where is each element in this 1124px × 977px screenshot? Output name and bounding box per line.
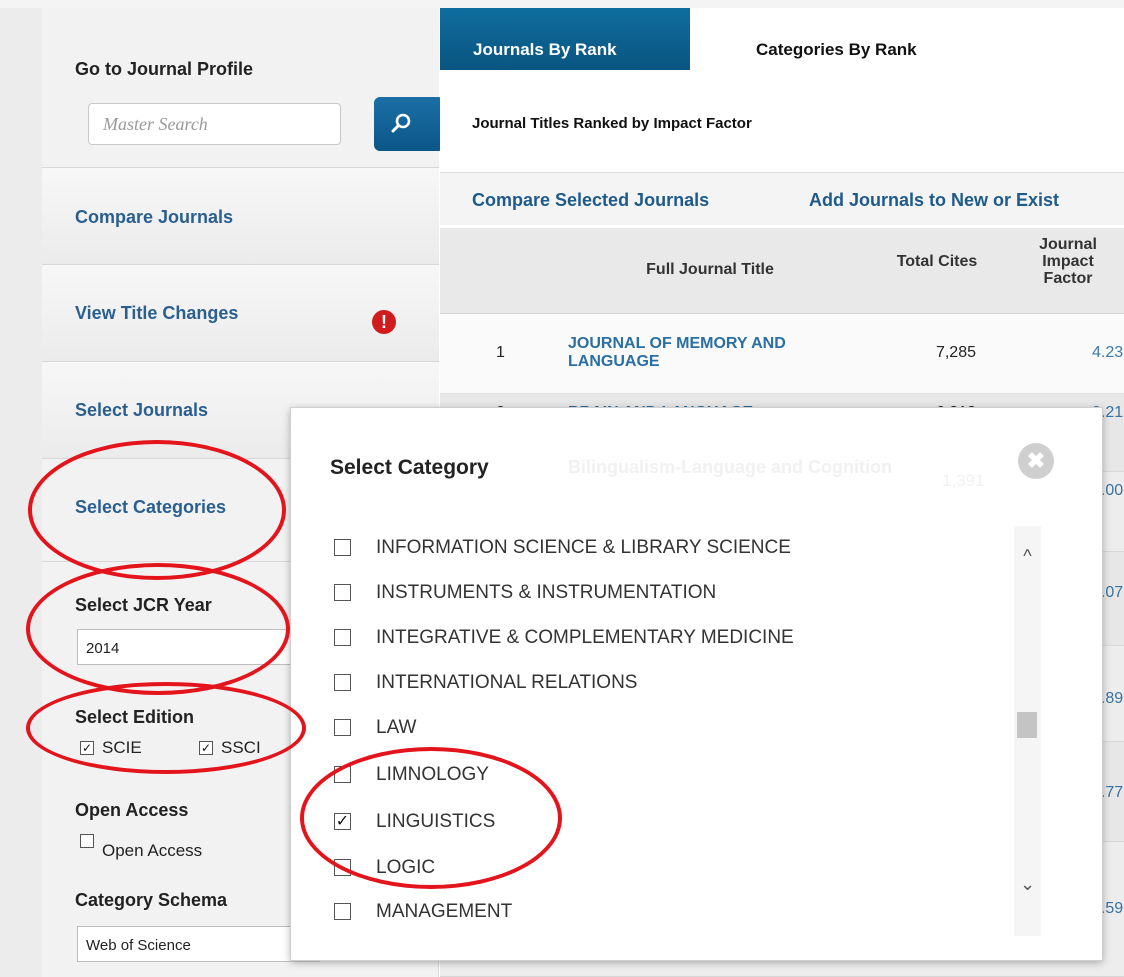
search-icon (390, 112, 412, 137)
background-journal-title: Bilingualism-Language and Cognition (568, 457, 892, 477)
background-total-cites: 1,391 (942, 471, 985, 490)
tab-bar: Journals By Rank Categories By Rank (440, 8, 1124, 70)
list-item[interactable]: INTEGRATIVE & COMPLEMENTARY MEDICINE (325, 616, 975, 660)
category-checkbox[interactable] (334, 719, 351, 736)
category-label: INTERNATIONAL RELATIONS (376, 672, 638, 693)
tab-bar-filler (940, 8, 1124, 70)
select-categories-link[interactable]: Select Categories (75, 497, 226, 518)
view-title-changes-section[interactable]: View Title Changes ! (42, 265, 439, 362)
compare-journals-link[interactable]: Compare Journals (75, 207, 233, 228)
journal-title-link[interactable]: JOURNAL OF MEMORY AND LANGUAGE (568, 335, 868, 371)
column-header-title[interactable]: Full Journal Title (610, 261, 810, 278)
category-schema-heading: Category Schema (75, 890, 228, 910)
category-checkbox[interactable] (334, 629, 351, 646)
category-label: LOGIC (376, 857, 436, 878)
category-label: INTEGRATIVE & COMPLEMENTARY MEDICINE (376, 627, 794, 648)
category-label: INFORMATION SCIENCE & LIBRARY SCIENCE (376, 537, 791, 558)
view-title-changes-link[interactable]: View Title Changes (75, 303, 238, 324)
ssci-checkbox[interactable]: ✓ (199, 741, 213, 755)
category-checkbox[interactable] (334, 766, 351, 783)
master-search-input[interactable] (88, 103, 341, 145)
search-button[interactable] (374, 97, 444, 151)
table-row[interactable]: 1 JOURNAL OF MEMORY AND LANGUAGE 7,285 4… (440, 314, 1124, 394)
close-icon[interactable]: ✖ (1018, 443, 1054, 479)
list-item[interactable]: LAW (325, 706, 975, 750)
ssci-label: SSCI (221, 738, 261, 757)
table-header: Full Journal Title Total Cites Journal I… (440, 228, 1124, 314)
dialog-title: Select Category (330, 456, 489, 479)
list-item[interactable]: INFORMATION SCIENCE & LIBRARY SCIENCE (325, 526, 975, 570)
category-label: LIMNOLOGY (376, 764, 489, 785)
scie-label: SCIE (102, 738, 142, 757)
page-background (0, 0, 42, 977)
list-item[interactable]: LIMNOLOGY (325, 753, 975, 797)
row-total-cites: 7,285 (935, 344, 976, 361)
jcr-year-select[interactable]: 2014 (77, 629, 309, 665)
column-header-jif[interactable]: Journal Impact Factor (1026, 236, 1110, 287)
scroll-up-icon[interactable]: ^ (1014, 546, 1041, 576)
jcr-year-heading: Select JCR Year (75, 595, 212, 615)
select-category-dialog: Bilingualism-Language and Cognition 1,39… (291, 408, 1102, 960)
category-label: LINGUISTICS (376, 811, 496, 832)
list-item[interactable]: MANAGEMENT (325, 890, 975, 934)
open-access-checkbox[interactable] (80, 834, 94, 848)
compare-selected-journals-link[interactable]: Compare Selected Journals (472, 190, 709, 211)
tab-journals-by-rank[interactable]: Journals By Rank (440, 8, 690, 70)
journal-profile-section: Go to Journal Profile (42, 8, 444, 168)
scrollbar-thumb[interactable] (1017, 712, 1037, 738)
scie-checkbox[interactable]: ✓ (80, 741, 94, 755)
category-label: MANAGEMENT (376, 901, 513, 922)
page-top-strip (0, 0, 1124, 8)
open-access-heading: Open Access (75, 800, 189, 820)
open-access-label: Open Access (102, 841, 203, 860)
category-label: LAW (376, 717, 417, 738)
add-journals-link[interactable]: Add Journals to New or Exist (809, 190, 1059, 211)
category-schema-select[interactable]: Web of Science (77, 926, 309, 962)
list-item[interactable]: LOGIC (325, 846, 975, 890)
category-checkbox[interactable] (334, 584, 351, 601)
category-checkbox[interactable] (334, 674, 351, 691)
row-rank: 1 (496, 344, 505, 361)
page-title: Journal Titles Ranked by Impact Factor (472, 115, 752, 132)
category-checkbox[interactable]: ✓ (334, 813, 351, 830)
list-item[interactable]: INSTRUMENTS & INSTRUMENTATION (325, 571, 975, 615)
tab-categories-by-rank[interactable]: Categories By Rank (690, 8, 940, 70)
category-checkbox[interactable] (334, 903, 351, 920)
select-journals-link[interactable]: Select Journals (75, 400, 208, 421)
category-checkbox[interactable] (334, 859, 351, 876)
scroll-down-icon[interactable]: ⌄ (1014, 874, 1041, 904)
column-header-cites[interactable]: Total Cites (892, 253, 982, 270)
compare-journals-section[interactable]: Compare Journals (42, 168, 439, 265)
category-list[interactable]: INFORMATION SCIENCE & LIBRARY SCIENCE IN… (325, 526, 1011, 936)
edition-heading: Select Edition (75, 707, 195, 727)
row-impact-factor: 4.23 (1092, 344, 1124, 361)
journal-profile-heading: Go to Journal Profile (75, 59, 254, 79)
alert-icon: ! (372, 310, 396, 334)
list-item[interactable]: INTERNATIONAL RELATIONS (325, 661, 975, 705)
category-checkbox[interactable] (334, 539, 351, 556)
category-label: INSTRUMENTS & INSTRUMENTATION (376, 582, 717, 603)
list-item[interactable]: ✓ LINGUISTICS (325, 800, 975, 844)
category-scrollbar[interactable]: ^ ⌄ (1014, 526, 1041, 936)
